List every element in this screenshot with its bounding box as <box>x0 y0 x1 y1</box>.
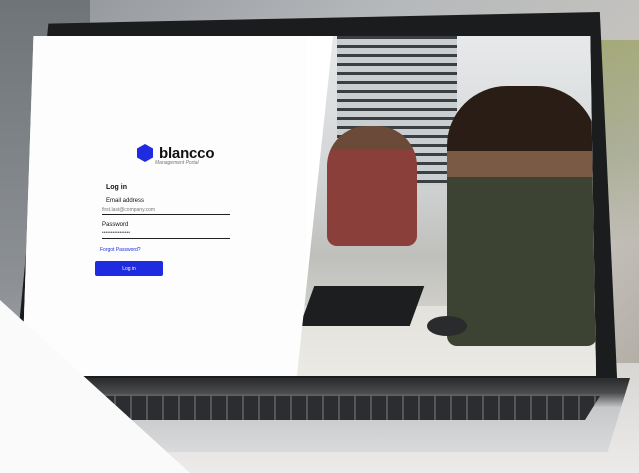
photo-person-man <box>327 126 417 246</box>
laptop-keyboard <box>100 396 600 420</box>
password-label: Password <box>102 222 129 228</box>
email-field[interactable] <box>102 206 230 215</box>
email-label: Email address <box>106 198 145 204</box>
photo-keyboard <box>299 286 425 326</box>
laptop-screen: blancco Management Portal Log in Email a… <box>22 36 596 376</box>
login-pane: blancco Management Portal Log in Email a… <box>22 36 307 376</box>
photo-person-woman <box>447 86 596 346</box>
forgot-password-link[interactable]: Forgot Password? <box>100 247 141 253</box>
brand-subtitle: Management Portal <box>155 160 199 166</box>
office-photo <box>297 36 596 376</box>
blancco-logo-icon <box>137 144 153 162</box>
login-button[interactable]: Log in <box>95 261 163 276</box>
brand-name: blancco <box>159 144 215 162</box>
password-field[interactable]: •••••••••••••••• <box>102 230 230 239</box>
login-title: Log in <box>106 184 127 191</box>
photo-mouse <box>427 316 467 336</box>
